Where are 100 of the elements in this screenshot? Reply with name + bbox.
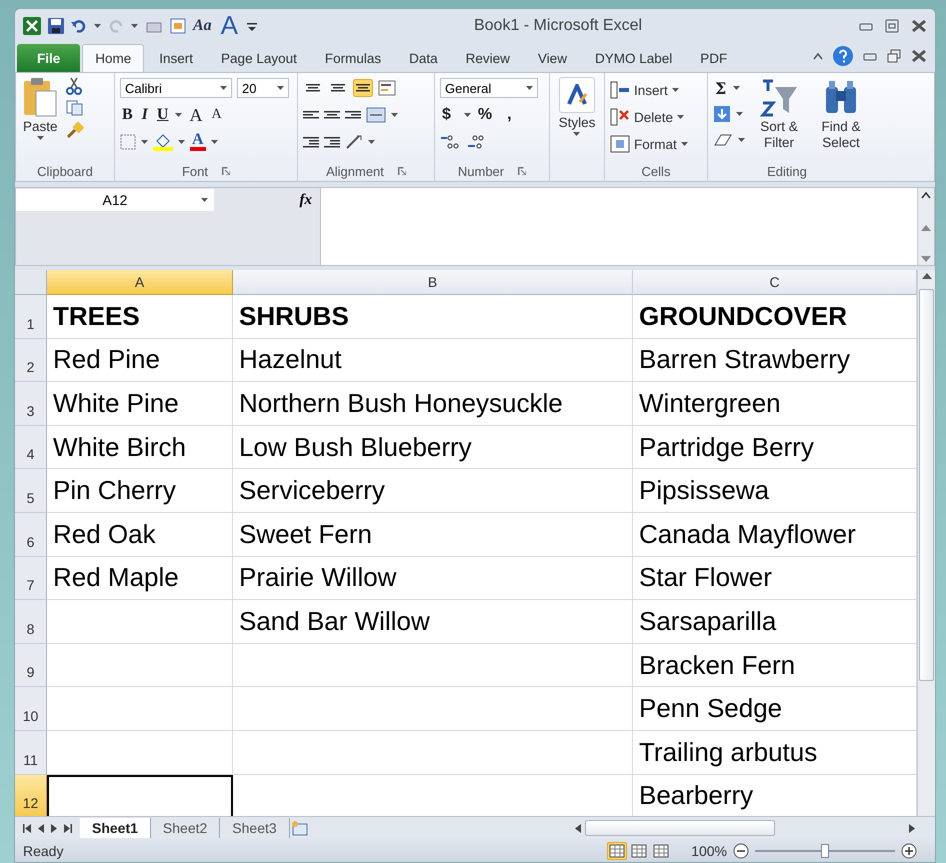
column-header[interactable]: C bbox=[633, 270, 917, 295]
comma-button[interactable]: , bbox=[505, 106, 514, 124]
first-sheet-icon[interactable] bbox=[23, 824, 31, 832]
page-layout-view-button[interactable] bbox=[629, 842, 650, 860]
form-icon[interactable] bbox=[170, 18, 186, 34]
format-cells-icon[interactable] bbox=[610, 135, 630, 153]
vertical-scrollbar[interactable] bbox=[917, 270, 935, 816]
font-size-glyph[interactable]: A bbox=[218, 10, 240, 41]
sheet-tab[interactable]: Sheet1 bbox=[80, 818, 151, 838]
ribbon-tab[interactable]: Review bbox=[452, 44, 523, 72]
vertical-align-button[interactable] bbox=[353, 79, 373, 97]
font-size-dropdown[interactable]: 20 bbox=[237, 78, 289, 98]
insert-cells-button[interactable]: Insert bbox=[610, 77, 702, 103]
sort-filter-button[interactable]: Sort & Filter bbox=[751, 77, 807, 161]
ribbon-tab[interactable]: Data bbox=[396, 44, 451, 72]
font-color-button[interactable]: A bbox=[190, 133, 206, 151]
zoom-in-icon[interactable] bbox=[901, 842, 917, 858]
borders-icon[interactable] bbox=[120, 134, 136, 150]
caret-icon[interactable] bbox=[680, 142, 688, 146]
clear-icon[interactable] bbox=[713, 133, 733, 147]
center-icon[interactable] bbox=[324, 109, 340, 121]
dialog-launcher-icon[interactable] bbox=[222, 167, 230, 175]
maximize-icon[interactable] bbox=[885, 18, 899, 32]
sort-filter-icon[interactable] bbox=[759, 77, 799, 117]
close-icon[interactable] bbox=[911, 18, 927, 32]
delete-cells-icon[interactable] bbox=[610, 108, 630, 126]
scroll-up-icon[interactable] bbox=[922, 273, 932, 279]
caret-icon[interactable] bbox=[175, 113, 182, 117]
styles-icon[interactable] bbox=[566, 84, 588, 106]
excel-logo-icon[interactable] bbox=[23, 16, 41, 34]
caret-icon[interactable] bbox=[210, 140, 218, 144]
insert-sheet-icon[interactable] bbox=[290, 820, 310, 836]
zoom-level[interactable]: 100% bbox=[691, 842, 727, 858]
caret-icon[interactable] bbox=[733, 86, 740, 90]
align-right-icon[interactable] bbox=[345, 109, 361, 121]
fill-icon[interactable] bbox=[713, 105, 731, 123]
ribbon-tab[interactable]: View bbox=[524, 44, 580, 72]
orientation-icon[interactable] bbox=[345, 134, 363, 150]
caret-icon[interactable] bbox=[738, 138, 745, 142]
dialog-launcher-icon[interactable] bbox=[398, 167, 406, 175]
caret-icon[interactable] bbox=[141, 140, 148, 144]
column-header[interactable]: B bbox=[233, 270, 633, 295]
caret-icon[interactable] bbox=[736, 112, 743, 116]
paste-button[interactable]: Paste bbox=[21, 77, 60, 161]
row-header[interactable]: 8 bbox=[15, 600, 47, 644]
row-header[interactable]: 2 bbox=[15, 338, 47, 382]
copy-icon[interactable] bbox=[66, 100, 84, 116]
currency-button[interactable]: $ bbox=[440, 106, 453, 124]
decrease-indent-icon[interactable] bbox=[303, 135, 319, 149]
underline-button[interactable]: U bbox=[154, 106, 170, 124]
zoom-out-icon[interactable] bbox=[733, 842, 749, 858]
row-header[interactable]: 3 bbox=[15, 382, 47, 426]
previous-sheet-icon[interactable] bbox=[38, 824, 44, 832]
format-painter-icon[interactable] bbox=[66, 121, 84, 139]
percent-button[interactable]: % bbox=[476, 106, 494, 124]
row-header[interactable]: 9 bbox=[15, 644, 47, 688]
caret-icon[interactable] bbox=[131, 24, 138, 28]
caret-icon[interactable] bbox=[464, 113, 471, 117]
save-icon[interactable] bbox=[48, 18, 64, 34]
caret-icon[interactable] bbox=[277, 86, 284, 90]
row-header[interactable]: 5 bbox=[15, 469, 47, 513]
bold-button[interactable]: B bbox=[120, 106, 135, 124]
increase-indent-icon[interactable] bbox=[324, 135, 340, 149]
ribbon-tab[interactable]: Insert bbox=[146, 44, 206, 72]
zoom-slider-thumb[interactable] bbox=[821, 844, 829, 858]
horizontal-scrollbar[interactable] bbox=[575, 820, 915, 836]
last-sheet-icon[interactable] bbox=[64, 824, 72, 832]
font-style-glyph[interactable]: Aa bbox=[193, 16, 212, 34]
minimize-icon[interactable] bbox=[863, 51, 877, 61]
ribbon-tab[interactable]: Home bbox=[82, 44, 144, 72]
caret-icon[interactable] bbox=[573, 132, 580, 136]
caret-icon[interactable] bbox=[178, 140, 185, 144]
file-tab[interactable]: File bbox=[17, 44, 80, 72]
row-header[interactable]: 11 bbox=[15, 730, 47, 775]
ribbon-tab[interactable]: PDF bbox=[687, 44, 740, 72]
align-left-icon[interactable] bbox=[303, 109, 319, 121]
undo-icon[interactable] bbox=[71, 18, 87, 32]
shrink-font-button[interactable]: A bbox=[209, 107, 224, 123]
decrease-decimal-icon[interactable] bbox=[465, 134, 485, 150]
find-select-button[interactable]: Find & Select bbox=[813, 77, 869, 161]
row-header[interactable]: 6 bbox=[15, 512, 47, 557]
autosum-button[interactable]: Σ bbox=[713, 78, 728, 98]
caret-icon[interactable] bbox=[526, 86, 533, 90]
format-cells-button[interactable]: Format bbox=[610, 131, 702, 157]
help-icon[interactable] bbox=[833, 46, 853, 66]
ribbon-tab[interactable]: Formulas bbox=[312, 44, 394, 72]
fill-color-icon[interactable] bbox=[153, 133, 173, 151]
caret-icon[interactable] bbox=[672, 88, 679, 92]
row-header[interactable]: 4 bbox=[15, 426, 47, 470]
caret-icon[interactable] bbox=[368, 140, 375, 144]
font-name-dropdown[interactable]: Calibri bbox=[120, 78, 232, 98]
caret-icon[interactable] bbox=[36, 136, 44, 140]
minimize-icon[interactable] bbox=[859, 20, 873, 30]
styles-button[interactable]: Styles bbox=[556, 77, 598, 161]
collapse-ribbon-icon[interactable] bbox=[813, 52, 823, 60]
normal-view-button[interactable] bbox=[607, 842, 628, 860]
cut-icon[interactable] bbox=[66, 77, 82, 95]
row-header[interactable]: 7 bbox=[15, 556, 47, 600]
merge-icon[interactable] bbox=[366, 107, 386, 123]
caret-icon[interactable] bbox=[677, 115, 684, 119]
